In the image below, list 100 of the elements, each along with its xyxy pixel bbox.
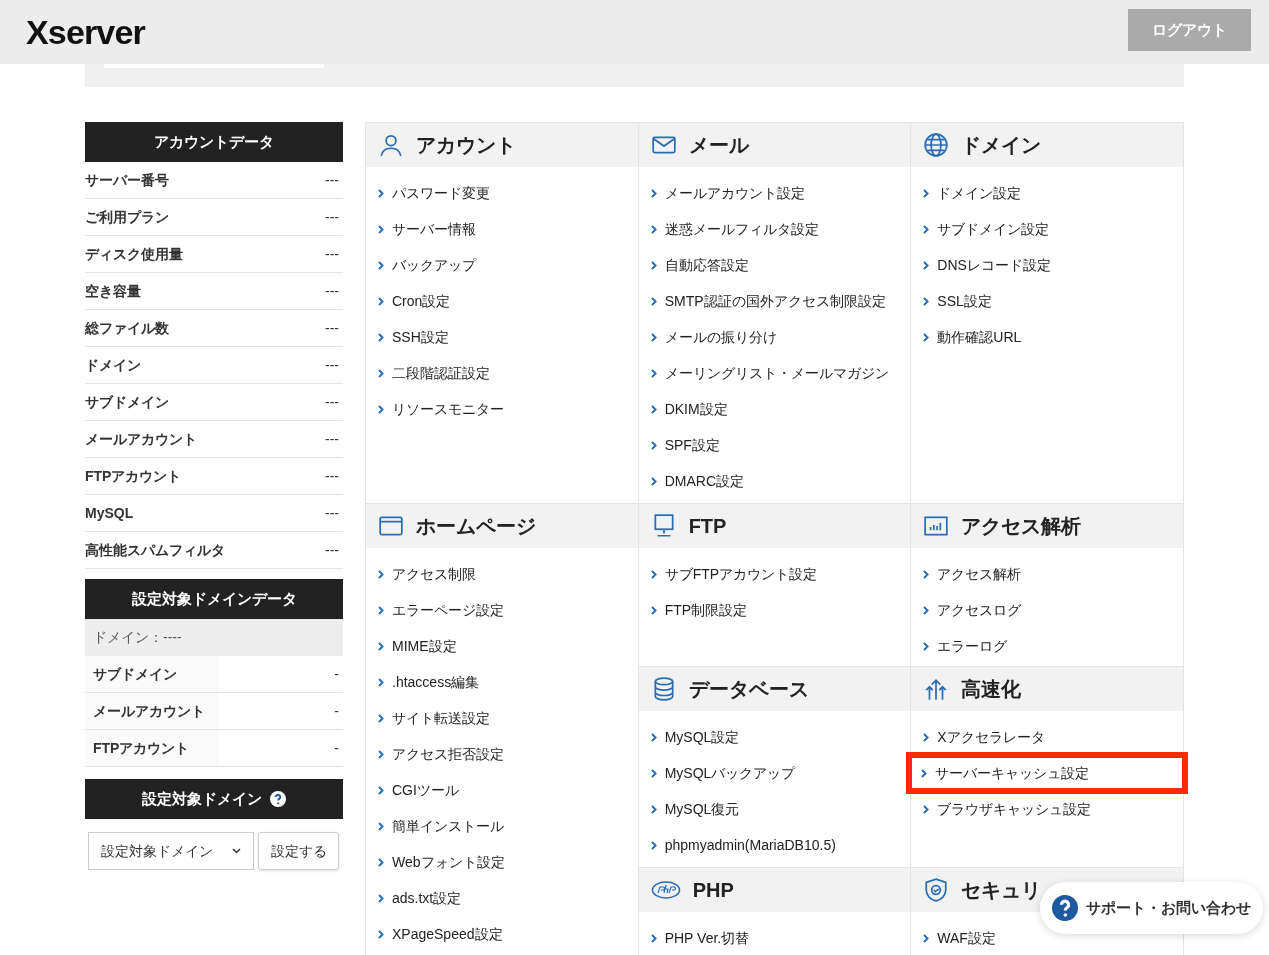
- row-value: ---: [325, 466, 340, 486]
- menu-link[interactable]: DKIM設定: [638, 391, 740, 427]
- logo: Xserver: [26, 11, 145, 53]
- row-label: FTPアカウント: [85, 466, 182, 486]
- support-button[interactable]: サポート・お問い合わせ: [1040, 882, 1263, 934]
- help-icon: [1052, 895, 1078, 921]
- menu-link[interactable]: リソースモニター: [366, 391, 516, 427]
- menu-link[interactable]: MIME設定: [366, 628, 469, 664]
- chevron-icon: [378, 785, 384, 795]
- menu-link[interactable]: SSL設定: [911, 283, 1004, 319]
- menu-link[interactable]: サブFTPアカウント設定: [638, 556, 830, 592]
- menu-link[interactable]: SPF設定: [638, 427, 732, 463]
- menu-link[interactable]: Xアクセラレータ: [911, 719, 1057, 755]
- chevron-icon: [378, 677, 384, 687]
- menu-link[interactable]: サーバーキャッシュ設定: [906, 752, 1188, 794]
- section-title: ドメイン: [961, 133, 1042, 158]
- menu-link[interactable]: MySQLバックアップ: [638, 755, 808, 791]
- menu-link[interactable]: メールの振り分け: [638, 319, 789, 355]
- menu-link[interactable]: MySQL復元: [638, 791, 752, 827]
- menu-link[interactable]: アクセス解析: [911, 556, 1034, 592]
- menu-link[interactable]: 二段階認証設定: [366, 355, 502, 391]
- menu-link[interactable]: MySQL設定: [638, 719, 752, 755]
- chevron-icon: [650, 768, 657, 778]
- menu-link[interactable]: メールアカウント設定: [638, 175, 817, 211]
- menu-link[interactable]: アクセス拒否設定: [366, 736, 516, 772]
- row-value: -: [334, 664, 340, 684]
- menu-link[interactable]: ブラウザキャッシュ設定: [911, 791, 1104, 827]
- menu-link[interactable]: アクセスログ: [911, 592, 1034, 628]
- php-logo-icon: [650, 880, 681, 900]
- row-label: ディスク使用量: [85, 244, 183, 264]
- chevron-icon: [923, 332, 930, 342]
- chevron-icon: [650, 804, 657, 814]
- menu-link[interactable]: 簡単インストール: [366, 808, 516, 844]
- globe-icon: [923, 132, 950, 158]
- menu-link[interactable]: .htaccess編集: [366, 664, 492, 700]
- row-value: ---: [325, 540, 340, 560]
- menu-link[interactable]: CGIツール: [366, 772, 471, 808]
- menu-link[interactable]: バックアップ: [366, 247, 488, 283]
- menu-link[interactable]: パスワード変更: [366, 175, 502, 211]
- chevron-icon: [650, 404, 657, 414]
- menu-link[interactable]: PHP Ver.切替: [638, 920, 762, 955]
- row-label: FTPアカウント: [85, 730, 219, 766]
- menu-link[interactable]: ドメイン設定: [911, 175, 1034, 211]
- row-value: -: [334, 701, 340, 721]
- help-icon[interactable]: [270, 791, 286, 807]
- menu-link[interactable]: ads.txt設定: [366, 880, 474, 916]
- section-title: ホームページ: [416, 514, 536, 539]
- menu-link[interactable]: アクセス制限: [366, 556, 488, 592]
- menu-link[interactable]: 自動応答設定: [638, 247, 761, 283]
- menu-link[interactable]: SSH設定: [366, 319, 461, 355]
- chevron-icon: [923, 296, 930, 306]
- menu-link[interactable]: サイト転送設定: [366, 700, 502, 736]
- menu-link[interactable]: SMTP認証の国外アクセス制限設定: [638, 283, 898, 319]
- chevron-icon: [378, 713, 384, 723]
- menu-link[interactable]: WAF設定: [911, 920, 1008, 955]
- row-label: 総ファイル数: [85, 318, 169, 338]
- chevron-icon: [378, 188, 384, 198]
- chevron-icon: [650, 224, 657, 234]
- chevron-icon: [650, 605, 657, 615]
- chevron-icon: [923, 933, 930, 943]
- domain-select[interactable]: 設定対象ドメイン: [88, 832, 254, 870]
- row-value: ---: [325, 281, 340, 301]
- menu-link[interactable]: Cron設定: [366, 283, 463, 319]
- chevron-icon: [650, 332, 657, 342]
- chevron-icon: [378, 296, 384, 306]
- menu-link[interactable]: FTP制限設定: [638, 592, 760, 628]
- row-label: メールアカウント: [85, 429, 197, 449]
- menu-link[interactable]: DMARC設定: [638, 463, 756, 499]
- chevron-icon: [650, 440, 657, 450]
- menu-link[interactable]: エラーログ: [911, 628, 1020, 664]
- chevron-icon: [378, 857, 384, 867]
- chevron-icon: [378, 404, 384, 414]
- menu-link[interactable]: XPageSpeed設定: [366, 916, 515, 952]
- caret-icon: [232, 848, 241, 854]
- menu-link[interactable]: エラーページ設定: [366, 592, 516, 628]
- set-button[interactable]: 設定する: [258, 832, 339, 870]
- row-value: ---: [325, 392, 340, 412]
- row-label: MySQL: [85, 503, 134, 523]
- chevron-icon: [923, 641, 930, 651]
- menu-link[interactable]: Webフォント設定: [366, 844, 517, 880]
- menu-link[interactable]: サブドメイン設定: [911, 211, 1062, 247]
- chevron-icon: [650, 368, 657, 378]
- bar-chart-icon: [923, 513, 950, 539]
- menu-link[interactable]: サーバー情報: [366, 211, 488, 247]
- row-label: ご利用プラン: [85, 207, 169, 227]
- section-title: アカウント: [416, 133, 516, 158]
- chevron-icon: [923, 260, 930, 270]
- section-title: メール: [688, 133, 749, 158]
- row-value: ---: [325, 318, 340, 338]
- menu-link[interactable]: 迷惑メールフィルタ設定: [638, 211, 831, 247]
- menu-link[interactable]: DNSレコード設定: [911, 247, 1063, 283]
- row-value: ---: [325, 429, 340, 449]
- panel-title: 設定対象ドメイン: [142, 788, 262, 809]
- chevron-icon: [378, 821, 384, 831]
- row-value: ---: [325, 170, 340, 190]
- chevron-icon: [650, 569, 657, 579]
- menu-link[interactable]: phpmyadmin(MariaDB10.5): [638, 827, 848, 863]
- menu-link[interactable]: メーリングリスト・メールマガジン: [638, 355, 901, 391]
- chevron-icon: [378, 368, 384, 378]
- menu-link[interactable]: 動作確認URL: [911, 319, 1034, 355]
